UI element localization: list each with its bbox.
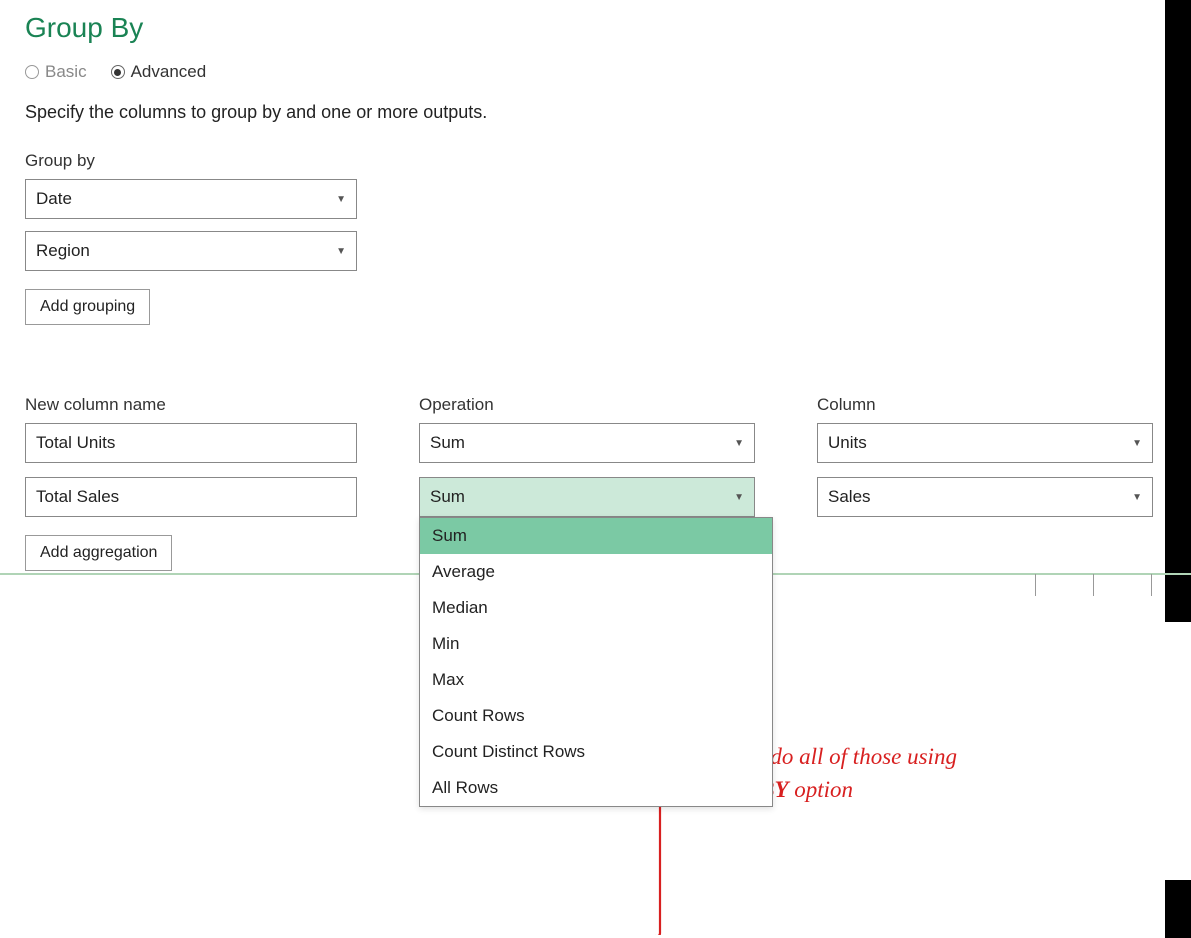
annotation-line2-rest: option bbox=[789, 777, 854, 802]
header-operation: Operation bbox=[419, 395, 755, 415]
operation-option-min[interactable]: Min bbox=[420, 626, 772, 662]
radio-basic[interactable]: Basic bbox=[25, 62, 87, 82]
select-value: Units bbox=[828, 433, 867, 453]
radio-dot-icon bbox=[114, 69, 121, 76]
operation-option-count-rows[interactable]: Count Rows bbox=[420, 698, 772, 734]
aggregation-row: Sum ▼ Sum Average Median Min Max Count R… bbox=[25, 477, 1166, 517]
chevron-down-icon: ▼ bbox=[734, 438, 744, 449]
chevron-down-icon: ▼ bbox=[1132, 438, 1142, 449]
add-grouping-button[interactable]: Add grouping bbox=[25, 289, 150, 325]
column-select[interactable]: Sales ▼ bbox=[817, 477, 1153, 517]
group-by-select-region[interactable]: Region ▼ bbox=[25, 231, 357, 271]
chevron-down-icon: ▼ bbox=[336, 246, 346, 257]
group-by-dialog: Group By Basic Advanced Specify the colu… bbox=[0, 0, 1191, 596]
select-value: Sum bbox=[430, 433, 465, 453]
column-select[interactable]: Units ▼ bbox=[817, 423, 1153, 463]
chevron-down-icon: ▼ bbox=[1132, 492, 1142, 503]
operation-dropdown: Sum Average Median Min Max Count Rows Co… bbox=[419, 517, 773, 807]
aggregation-section: New column name Operation Column Sum ▼ U… bbox=[25, 395, 1166, 571]
chevron-down-icon: ▼ bbox=[734, 492, 744, 503]
radio-circle-icon bbox=[25, 65, 39, 79]
operation-select-open[interactable]: Sum ▼ bbox=[419, 477, 755, 517]
new-column-name-input[interactable] bbox=[25, 423, 357, 463]
add-aggregation-button[interactable]: Add aggregation bbox=[25, 535, 172, 571]
operation-option-sum[interactable]: Sum bbox=[420, 518, 772, 554]
select-value: Sales bbox=[828, 487, 871, 507]
aggregation-row: Sum ▼ Units ▼ bbox=[25, 423, 1166, 463]
header-new-column-name: New column name bbox=[25, 395, 357, 415]
right-bar-gap bbox=[1165, 622, 1191, 880]
select-value: Date bbox=[36, 189, 72, 209]
radio-basic-label: Basic bbox=[45, 62, 87, 82]
select-value: Sum bbox=[430, 487, 465, 507]
dialog-description: Specify the columns to group by and one … bbox=[25, 102, 1166, 123]
mode-radios: Basic Advanced bbox=[25, 62, 1166, 82]
operation-option-all-rows[interactable]: All Rows bbox=[420, 770, 772, 806]
operation-option-count-distinct-rows[interactable]: Count Distinct Rows bbox=[420, 734, 772, 770]
aggregation-headers: New column name Operation Column bbox=[25, 395, 1166, 415]
operation-option-max[interactable]: Max bbox=[420, 662, 772, 698]
group-by-label: Group by bbox=[25, 151, 1166, 171]
radio-circle-icon bbox=[111, 65, 125, 79]
radio-advanced-label: Advanced bbox=[131, 62, 207, 82]
dialog-title: Group By bbox=[25, 12, 1166, 44]
group-by-section: Group by Date ▼ Region ▼ Add grouping bbox=[25, 151, 1166, 325]
chevron-down-icon: ▼ bbox=[336, 194, 346, 205]
select-value: Region bbox=[36, 241, 90, 261]
operation-select[interactable]: Sum ▼ bbox=[419, 423, 755, 463]
radio-advanced[interactable]: Advanced bbox=[111, 62, 207, 82]
operation-option-average[interactable]: Average bbox=[420, 554, 772, 590]
group-by-select-date[interactable]: Date ▼ bbox=[25, 179, 357, 219]
new-column-name-input[interactable] bbox=[25, 477, 357, 517]
operation-option-median[interactable]: Median bbox=[420, 590, 772, 626]
header-column: Column bbox=[817, 395, 1153, 415]
